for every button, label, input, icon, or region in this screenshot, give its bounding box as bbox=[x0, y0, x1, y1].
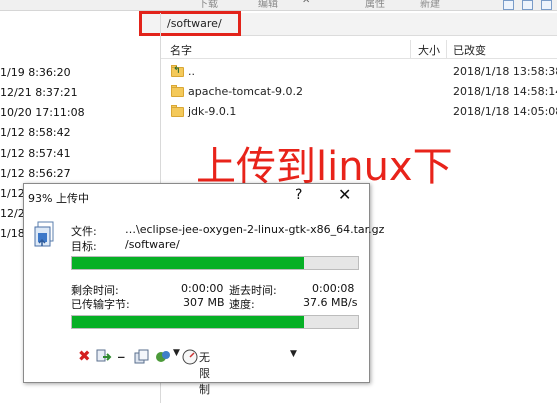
file-list-header: 名字 大小 已改变 bbox=[161, 40, 557, 59]
close-button[interactable]: ✕ bbox=[338, 185, 351, 204]
local-row-date[interactable]: 1/12 8:58:42 bbox=[0, 123, 71, 143]
column-name[interactable]: 名字 bbox=[170, 42, 192, 58]
file-date: 2018/1/18 13:58:38 bbox=[453, 65, 557, 78]
refresh-icon[interactable] bbox=[541, 0, 552, 10]
help-button[interactable]: ? bbox=[295, 187, 302, 203]
upload-file-icon bbox=[34, 221, 54, 247]
target-path-value: /software/ bbox=[125, 238, 180, 251]
file-name: apache-tomcat-9.0.2 bbox=[188, 85, 304, 98]
transfer-background-icon[interactable] bbox=[96, 349, 112, 364]
transferred-label: 已传输字节: bbox=[71, 298, 130, 311]
file-progress-fill bbox=[72, 257, 304, 269]
file-row-parent[interactable]: ↰ .. 2018/1/18 13:58:38 bbox=[161, 62, 557, 82]
column-modified[interactable]: 已改变 bbox=[453, 42, 486, 58]
file-name: jdk-9.0.1 bbox=[188, 105, 237, 118]
target-label: 目标: bbox=[71, 240, 97, 253]
local-row-date[interactable]: 1/18 bbox=[0, 224, 25, 244]
dialog-title: 93% 上传中 bbox=[28, 192, 89, 205]
file-path-value: …\eclipse-jee-oxygen-2-linux-gtk-x86_64.… bbox=[125, 223, 385, 236]
minimize-icon[interactable]: _ bbox=[118, 344, 125, 359]
local-row-date[interactable]: 1/12 8:56:27 bbox=[0, 164, 71, 184]
folder-icon bbox=[171, 85, 184, 97]
speed-limit-label[interactable]: 无限制 bbox=[199, 349, 210, 397]
file-row-tomcat[interactable]: apache-tomcat-9.0.2 2018/1/18 14:58:14 bbox=[161, 82, 557, 102]
chevron-down-icon[interactable]: ▼ bbox=[290, 349, 297, 359]
cancel-icon[interactable]: ✖ bbox=[78, 347, 91, 365]
toolbar-new[interactable]: 新建 bbox=[420, 0, 440, 10]
file-date: 2018/1/18 14:58:14 bbox=[453, 85, 557, 98]
local-row-date[interactable]: 10/20 17:11:08 bbox=[0, 103, 85, 123]
speed-label: 速度: bbox=[229, 298, 255, 311]
column-size[interactable]: 大小 bbox=[418, 42, 440, 58]
remove-icon[interactable] bbox=[522, 0, 533, 10]
toolbar-download[interactable]: 下载 bbox=[198, 0, 218, 10]
file-date: 2018/1/18 14:05:08 bbox=[453, 105, 557, 118]
chevron-down-icon[interactable]: ▼ bbox=[173, 348, 180, 358]
local-row-date[interactable]: 1/12 bbox=[0, 184, 25, 204]
total-progress-fill bbox=[72, 316, 304, 328]
total-progress-bar bbox=[71, 315, 359, 329]
folder-icon bbox=[171, 105, 184, 117]
settings-icon[interactable] bbox=[155, 349, 171, 364]
toolbar-properties[interactable]: 属性 bbox=[365, 0, 385, 10]
add-icon[interactable] bbox=[503, 0, 514, 10]
local-row-date[interactable]: 12/21 8:37:21 bbox=[0, 83, 78, 103]
parent-folder-icon: ↰ bbox=[171, 65, 184, 77]
file-progress-bar bbox=[71, 256, 359, 270]
upload-progress-dialog: 93% 上传中 ? ✕ 文件: …\eclipse-jee-oxygen-2-l… bbox=[23, 183, 384, 396]
speed-value: 37.6 MB/s bbox=[303, 296, 358, 309]
main-toolbar: 下载 编辑 ✕ 属性 新建 bbox=[0, 0, 557, 11]
file-name: .. bbox=[188, 65, 195, 78]
column-divider[interactable] bbox=[410, 40, 411, 58]
remaining-time-value: 0:00:00 bbox=[181, 282, 224, 295]
file-row-jdk[interactable]: jdk-9.0.1 2018/1/18 14:05:08 bbox=[161, 102, 557, 122]
column-divider[interactable] bbox=[446, 40, 447, 58]
local-row-date[interactable]: 1/12 8:57:41 bbox=[0, 144, 71, 164]
elapsed-time-value: 0:00:08 bbox=[312, 282, 355, 295]
local-row-date[interactable]: 1/19 8:36:20 bbox=[0, 63, 71, 83]
delete-icon[interactable]: ✕ bbox=[302, 0, 310, 6]
toolbar-edit[interactable]: 编辑 bbox=[258, 0, 278, 10]
speed-limit-icon[interactable] bbox=[182, 349, 198, 365]
file-label: 文件: bbox=[71, 225, 97, 238]
queue-icon[interactable] bbox=[134, 349, 150, 364]
transferred-value: 307 MB bbox=[183, 296, 225, 309]
